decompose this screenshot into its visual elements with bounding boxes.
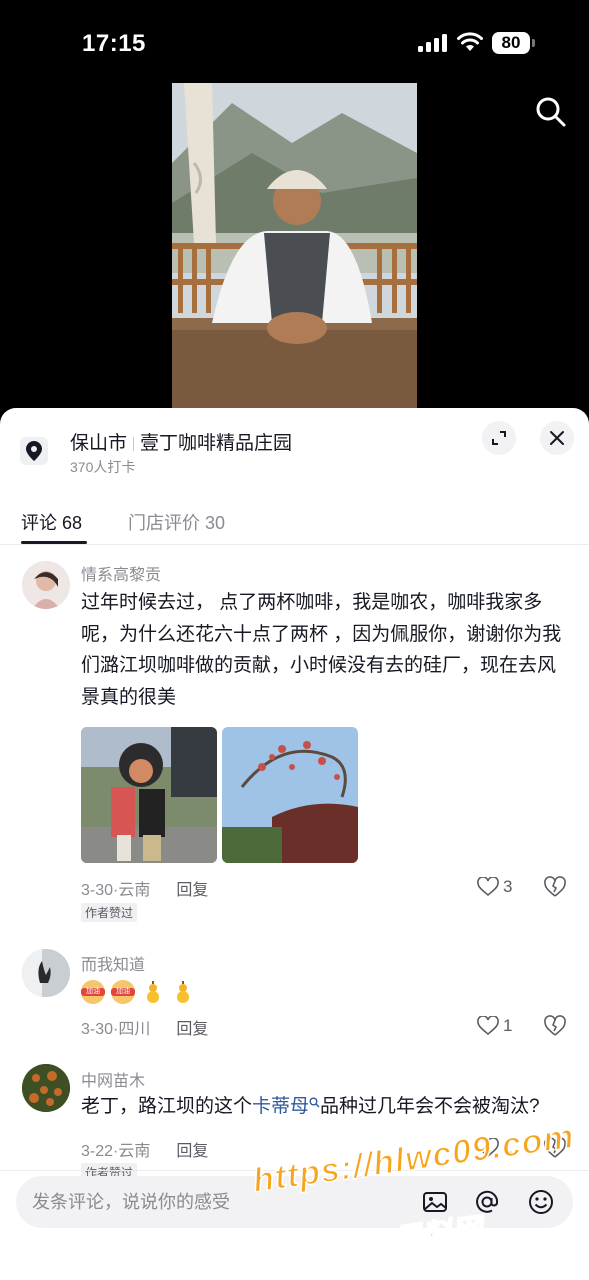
- tab-store-reviews[interactable]: 门店评价 30: [128, 509, 225, 535]
- heart-icon: [477, 1138, 499, 1158]
- comment-text-part: 品种过几年会不会被淘汰?: [320, 1096, 540, 1117]
- comment-meta: 3-22·云南 回复: [81, 1143, 209, 1160]
- comment-region: 云南: [118, 1143, 151, 1160]
- comment-input-bar: [16, 1176, 573, 1228]
- comment-text-part: 老丁，路江坝的这个: [81, 1096, 253, 1117]
- comment-date: 3-30: [81, 1021, 114, 1038]
- tab-comments[interactable]: 评论 68: [21, 509, 82, 535]
- search-icon[interactable]: [534, 95, 568, 129]
- reply-button[interactable]: 回复: [176, 1143, 208, 1160]
- heart-icon: [477, 1016, 499, 1036]
- cellular-signal-icon: [418, 34, 448, 52]
- author-liked-badge: 作者赞过: [81, 903, 138, 922]
- comment-item: 情系高黎贡 过年时候去过， 点了两杯咖啡，我是咖农，咖啡我家多呢，为什么还花六十…: [0, 558, 589, 922]
- comment-date: 3-22: [81, 1143, 114, 1160]
- location-city: 保山市: [70, 433, 128, 454]
- active-tab-indicator: [21, 541, 87, 544]
- jiayou-emoji-icon: 加油: [111, 979, 135, 1004]
- comment-username[interactable]: 中网苗木: [81, 1067, 145, 1091]
- like-count: 1: [503, 1138, 513, 1157]
- close-button[interactable]: [540, 421, 574, 455]
- comment-emoji-row: 加油 加油: [81, 976, 563, 1008]
- location-title[interactable]: 保山市 壹丁咖啡精品庄园: [70, 428, 292, 455]
- tab-bar: 评论 68 门店评价 30: [0, 498, 589, 545]
- location-place: 壹丁咖啡精品庄园: [140, 433, 293, 454]
- video-frame[interactable]: [172, 83, 417, 413]
- status-time: 17:15: [82, 30, 146, 57]
- checkin-count: 370人打卡: [70, 459, 136, 475]
- like-button[interactable]: 1: [477, 1015, 512, 1037]
- avatar[interactable]: [22, 1064, 70, 1112]
- comment-meta: 3-30·四川 回复: [81, 1021, 209, 1038]
- comment-item: 而我知道 加油 加油 3-30·四川 回复 1: [0, 948, 589, 1048]
- broken-heart-icon[interactable]: [543, 1015, 567, 1037]
- heart-icon: [477, 877, 499, 897]
- reply-button[interactable]: 回复: [176, 1021, 208, 1038]
- title-divider: [133, 436, 135, 451]
- close-icon: [550, 431, 564, 445]
- jiayou-emoji-icon: 加油: [81, 979, 105, 1004]
- reply-button[interactable]: 回复: [176, 882, 208, 899]
- gourd-emoji-icon: [171, 980, 195, 1004]
- input-divider: [0, 1170, 589, 1171]
- comment-image[interactable]: [81, 727, 217, 863]
- comment-date: 3-30: [81, 882, 114, 899]
- like-button[interactable]: 3: [477, 876, 512, 898]
- broken-heart-icon[interactable]: [543, 1137, 567, 1159]
- expand-button[interactable]: [482, 421, 516, 455]
- comment-text: 过年时候去过， 点了两杯咖啡，我是咖农，咖啡我家多呢，为什么还花六十点了两杯 ，…: [81, 592, 562, 708]
- comment-region: 云南: [118, 882, 151, 899]
- avatar[interactable]: [22, 949, 70, 997]
- status-bar: 17:15 80: [0, 0, 589, 84]
- comment-input[interactable]: [32, 1176, 412, 1228]
- comment-region: 四川: [118, 1021, 151, 1038]
- location-pin-icon: [20, 437, 48, 465]
- image-icon[interactable]: [421, 1188, 449, 1216]
- wifi-icon: [457, 32, 483, 51]
- comment-username[interactable]: 而我知道: [81, 951, 145, 975]
- search-icon[interactable]: [309, 1097, 320, 1108]
- location-sheet: 保山市 壹丁咖啡精品庄园 370人打卡 评论 68 门店评价 30 情系高黎贡 过…: [0, 408, 589, 1280]
- avatar[interactable]: [22, 561, 70, 609]
- comment-image[interactable]: [222, 727, 358, 863]
- expand-icon: [492, 431, 506, 445]
- like-count: 1: [503, 1016, 513, 1035]
- comment-text: 老丁，路江坝的这个卡蒂母 品种过几年会不会被淘汰?: [81, 1091, 563, 1123]
- search-link[interactable]: 卡蒂母: [252, 1096, 309, 1117]
- broken-heart-icon[interactable]: [543, 876, 567, 898]
- gourd-emoji-icon: [141, 980, 165, 1004]
- comment-username[interactable]: 情系高黎贡: [81, 561, 161, 585]
- emoji-icon[interactable]: [527, 1188, 555, 1216]
- comment-item: 中网苗木 老丁，路江坝的这个卡蒂母 品种过几年会不会被淘汰? 3-22·云南 回复 …: [0, 1064, 589, 1184]
- like-count: 3: [503, 877, 513, 896]
- like-button[interactable]: 1: [477, 1137, 512, 1159]
- at-icon[interactable]: [473, 1188, 501, 1216]
- comment-meta: 3-30·云南 回复: [81, 882, 209, 899]
- battery-indicator: 80: [492, 32, 535, 54]
